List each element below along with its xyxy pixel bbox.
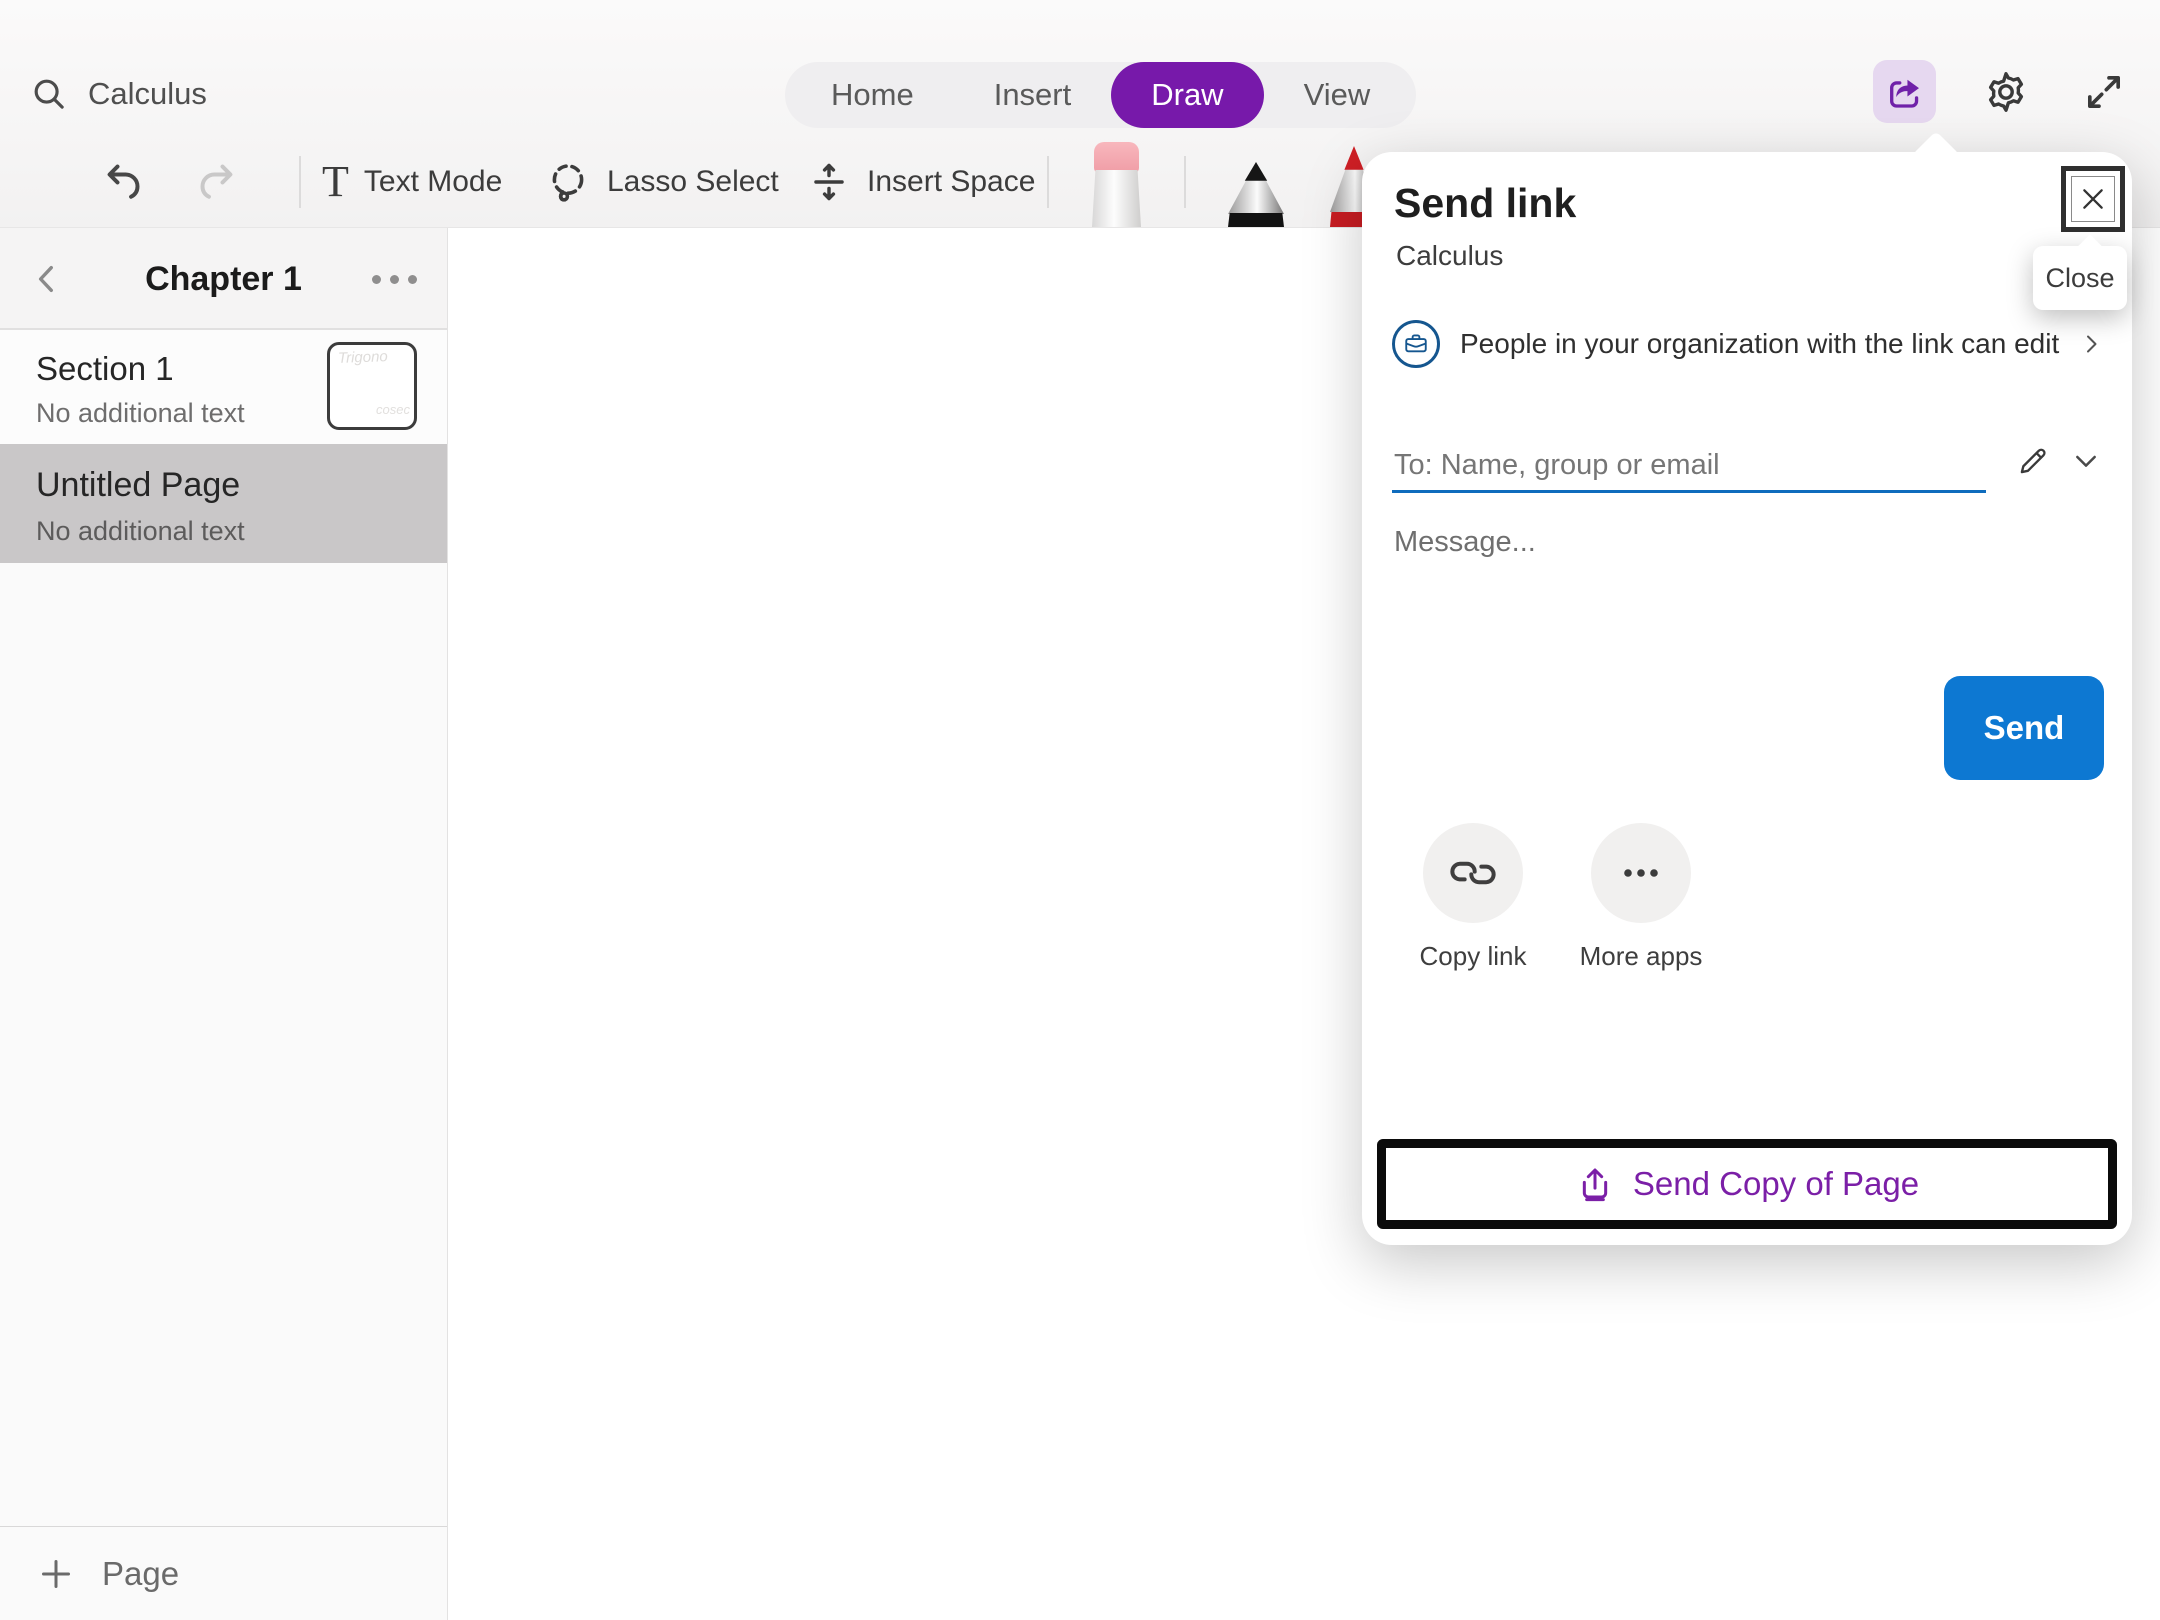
pencil-icon bbox=[2014, 442, 2052, 480]
section-title: Section 1 bbox=[36, 350, 174, 388]
top-right-actions bbox=[1873, 60, 2132, 123]
briefcase-icon bbox=[1401, 329, 1431, 359]
text-mode-button[interactable]: T Text Mode bbox=[322, 156, 502, 208]
page-subtitle: No additional text bbox=[36, 516, 245, 547]
undo-button[interactable] bbox=[100, 156, 150, 208]
tab-view[interactable]: View bbox=[1264, 62, 1411, 128]
permission-text: People in your organization with the lin… bbox=[1460, 328, 2059, 360]
chevron-right-icon bbox=[2079, 332, 2103, 356]
link-icon bbox=[1449, 849, 1497, 897]
share-button[interactable] bbox=[1873, 60, 1936, 123]
settings-button[interactable] bbox=[1978, 64, 2034, 120]
eraser-tool[interactable] bbox=[1092, 142, 1141, 227]
add-page-button[interactable]: Page bbox=[0, 1526, 447, 1620]
black-pen-tool[interactable] bbox=[1228, 162, 1284, 227]
sidebar-more-options[interactable] bbox=[372, 228, 417, 330]
toolbar-divider bbox=[1047, 156, 1049, 208]
fullscreen-button[interactable] bbox=[2076, 64, 2132, 120]
redo-button[interactable] bbox=[190, 156, 240, 208]
close-icon bbox=[2077, 183, 2109, 215]
more-apps-button[interactable]: More apps bbox=[1561, 823, 1721, 972]
text-mode-label: Text Mode bbox=[364, 165, 502, 199]
message-input[interactable] bbox=[1392, 524, 2092, 654]
ribbon-tabs: Home Insert Draw View bbox=[785, 62, 1416, 128]
insert-space-label: Insert Space bbox=[867, 165, 1035, 199]
search-icon bbox=[30, 75, 68, 113]
toolbar-divider bbox=[1184, 156, 1186, 208]
close-button[interactable] bbox=[2061, 166, 2125, 232]
copy-link-button[interactable]: Copy link bbox=[1393, 823, 1553, 972]
upload-icon bbox=[1575, 1164, 1615, 1204]
send-link-dialog: Send link Calculus Close People in your … bbox=[1362, 152, 2132, 1245]
expand-icon bbox=[2081, 69, 2127, 115]
dialog-title: Send link bbox=[1394, 180, 1576, 227]
notebook-title: Calculus bbox=[88, 76, 207, 112]
notebook-search[interactable]: Calculus bbox=[30, 72, 207, 116]
message-field-wrap bbox=[1392, 524, 2092, 659]
plus-icon bbox=[36, 1554, 76, 1594]
send-copy-of-page-button[interactable]: Send Copy of Page bbox=[1377, 1139, 2117, 1229]
send-copy-label: Send Copy of Page bbox=[1633, 1165, 1919, 1203]
to-field-actions bbox=[2014, 442, 2102, 480]
eraser-body bbox=[1092, 170, 1141, 227]
link-permission-row[interactable]: People in your organization with the lin… bbox=[1392, 320, 2103, 368]
close-tooltip: Close bbox=[2033, 246, 2127, 310]
sidebar-item-untitled-page[interactable]: Untitled Page No additional text bbox=[0, 444, 447, 563]
sidebar-item-section1[interactable]: Section 1 No additional text Trigono cos… bbox=[0, 330, 447, 444]
page-thumbnail: Trigono cosec bbox=[327, 342, 417, 430]
sidebar-header: Chapter 1 bbox=[0, 228, 447, 330]
to-field-wrap bbox=[1392, 440, 1986, 493]
app-window: Calculus Home Insert Draw View bbox=[0, 0, 2160, 1620]
share-icon bbox=[1884, 71, 1926, 113]
page-title: Untitled Page bbox=[36, 466, 240, 505]
copy-link-label: Copy link bbox=[1393, 941, 1553, 972]
dialog-subtitle: Calculus bbox=[1396, 240, 1503, 272]
ellipsis-icon bbox=[1617, 849, 1665, 897]
eraser-cap bbox=[1094, 142, 1139, 173]
send-button[interactable]: Send bbox=[1944, 676, 2104, 780]
chevron-down-icon bbox=[2070, 445, 2102, 477]
insert-space-icon bbox=[806, 159, 852, 205]
insert-space-button[interactable]: Insert Space bbox=[806, 156, 1035, 208]
tab-draw[interactable]: Draw bbox=[1111, 62, 1263, 128]
organization-icon-circle bbox=[1392, 320, 1440, 368]
gear-icon bbox=[1982, 68, 2030, 116]
redo-icon bbox=[190, 157, 240, 207]
more-apps-label: More apps bbox=[1561, 941, 1721, 972]
lasso-icon bbox=[544, 158, 592, 206]
edit-recipient-button[interactable] bbox=[2014, 442, 2052, 480]
to-input[interactable] bbox=[1392, 440, 1986, 490]
more-options-icon bbox=[372, 275, 381, 284]
tab-insert[interactable]: Insert bbox=[954, 62, 1112, 128]
page-list-sidebar: Chapter 1 Section 1 No additional text T… bbox=[0, 228, 448, 1620]
lasso-select-button[interactable]: Lasso Select bbox=[544, 156, 779, 208]
text-mode-icon: T bbox=[322, 160, 349, 204]
section-subtitle: No additional text bbox=[36, 398, 245, 429]
add-page-label: Page bbox=[102, 1555, 179, 1593]
undo-icon bbox=[100, 157, 150, 207]
tab-home[interactable]: Home bbox=[791, 62, 954, 128]
recipient-dropdown-button[interactable] bbox=[2070, 445, 2102, 477]
toolbar-divider bbox=[299, 156, 301, 208]
lasso-label: Lasso Select bbox=[607, 165, 779, 199]
